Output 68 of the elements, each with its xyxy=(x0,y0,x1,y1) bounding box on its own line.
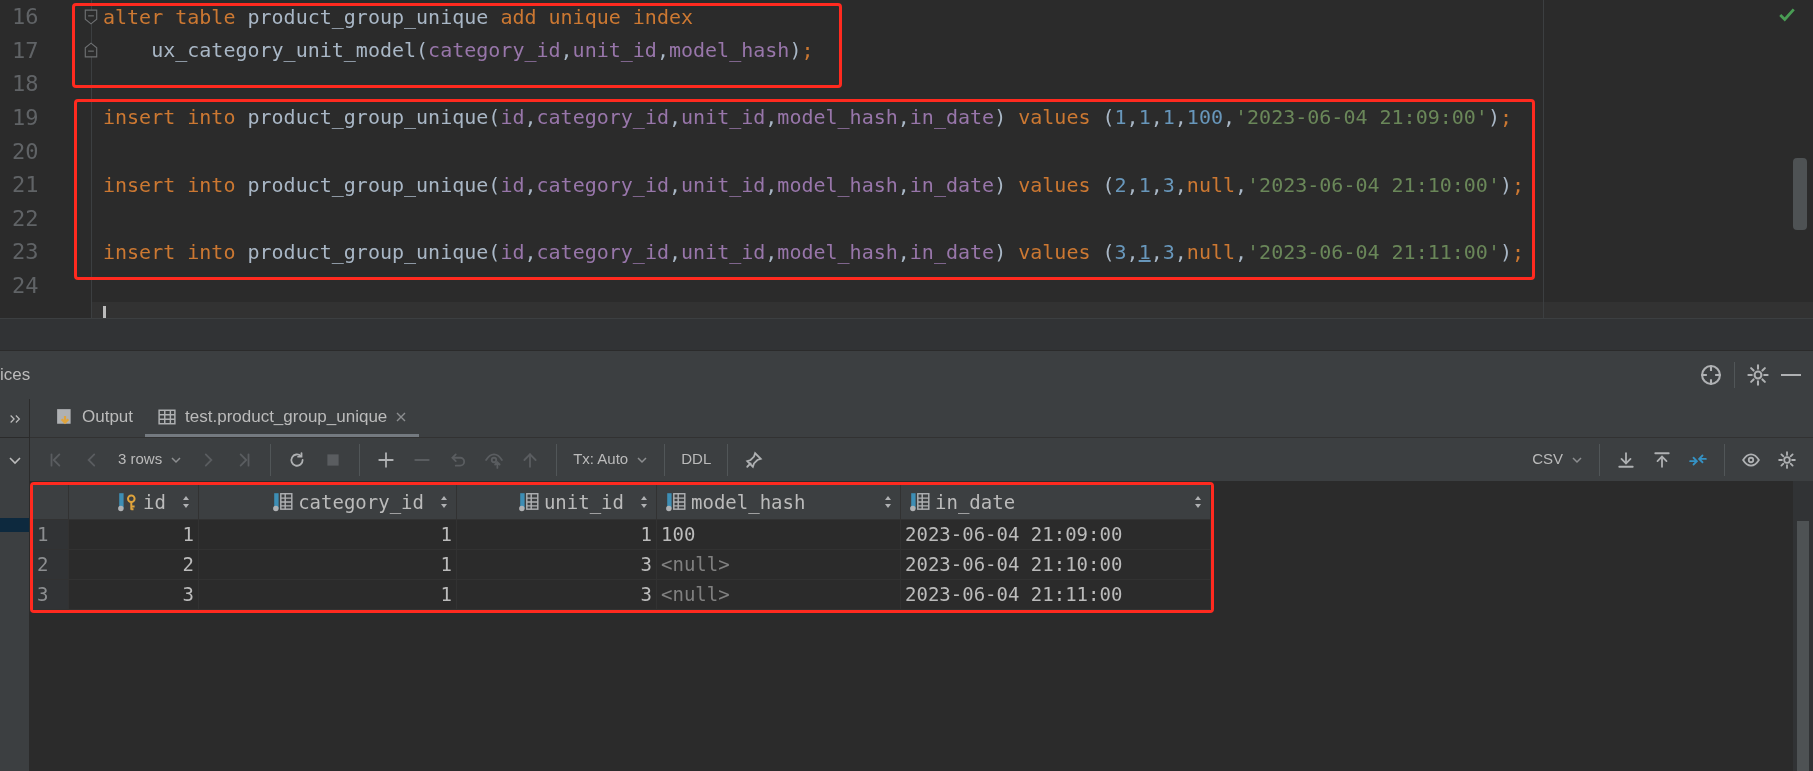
check-icon xyxy=(1777,6,1797,24)
row-number[interactable]: 1 xyxy=(33,520,69,549)
line-number: 23 xyxy=(12,238,39,267)
column-label: unit_id xyxy=(543,489,624,516)
table-cell: 3 xyxy=(457,550,657,579)
column-label: in_date xyxy=(935,489,1016,516)
column-header[interactable]: unit_id xyxy=(457,485,657,519)
table-cell: 1 xyxy=(199,580,457,609)
console-icon xyxy=(56,407,74,426)
tab[interactable]: Output xyxy=(44,399,146,437)
table-cell: 2 xyxy=(69,550,199,579)
line-number: 17 xyxy=(12,36,39,65)
dropdown-button[interactable]: CSV xyxy=(1524,443,1591,476)
scrollbar-thumb[interactable] xyxy=(1793,158,1807,230)
table-cell: 3 xyxy=(69,580,199,609)
line-number: 19 xyxy=(12,104,39,133)
row-number[interactable]: 3 xyxy=(33,580,69,609)
column-header[interactable]: model_hash xyxy=(657,485,901,519)
table-cell: <null> xyxy=(657,550,901,579)
settings-icon xyxy=(1747,364,1769,386)
line-number: 16 xyxy=(12,3,39,32)
column-header[interactable]: id xyxy=(69,485,199,519)
close-icon[interactable] xyxy=(395,410,408,423)
code-line: alter table product_group_unique add unique index xyxy=(103,3,694,31)
table-cell: 2023-06-04 21:10:00 xyxy=(901,550,1211,579)
table-icon xyxy=(157,407,178,426)
fold-marker-icon[interactable] xyxy=(84,42,98,59)
crosshair-icon[interactable] xyxy=(1700,364,1722,386)
text-cursor xyxy=(103,306,106,319)
sort-icon[interactable] xyxy=(1194,496,1202,508)
table-cell: 1 xyxy=(457,520,657,549)
dropdown-button[interactable]: Tx: Auto xyxy=(565,443,657,476)
sort-icon[interactable] xyxy=(182,496,190,508)
table-cell: 2023-06-04 21:09:00 xyxy=(901,520,1211,549)
line-number: 20 xyxy=(12,137,39,166)
table-cell: 3 xyxy=(457,580,657,609)
code-line: insert into product_group_unique(id,category_id,unit_id,model_hash,in_date) values (3,1,3,null,'2023-06-04 21:11:00'); xyxy=(103,238,1525,266)
column-icon xyxy=(665,492,687,512)
line-number: 18 xyxy=(12,70,39,99)
code-line: ux_category_unit_model(category_id,unit_id,model_hash); xyxy=(150,37,814,65)
code-line: insert into product_group_unique(id,category_id,unit_id,model_hash,in_date) values (2,1,3,null,'2023-06-04 21:10:00'); xyxy=(103,171,1525,199)
column-icon xyxy=(517,492,540,512)
table-cell: <null> xyxy=(657,580,901,609)
column-header[interactable]: category_id xyxy=(199,485,457,519)
column-icon xyxy=(272,492,295,512)
dropdown-button[interactable]: 3 rows xyxy=(110,443,191,476)
table-cell: 2023-06-04 21:11:00 xyxy=(901,580,1211,609)
row-number[interactable]: 2 xyxy=(33,550,69,579)
fold-marker-icon[interactable] xyxy=(84,8,98,25)
ddl-button[interactable]: DDL xyxy=(673,443,720,476)
column-label: model_hash xyxy=(691,489,806,516)
selected-row-highlight xyxy=(0,518,29,532)
panel-title: ices xyxy=(0,364,31,387)
table-cell: 1 xyxy=(199,550,457,579)
column-icon xyxy=(909,492,931,512)
sort-icon[interactable] xyxy=(884,496,892,508)
table-cell: 1 xyxy=(69,520,199,549)
column-label: category_id xyxy=(298,489,424,516)
sort-icon[interactable] xyxy=(440,496,448,508)
code-line: insert into product_group_unique(id,category_id,unit_id,model_hash,in_date) values (1,1,1,100,'2023-06-04 21:09:00'); xyxy=(103,104,1512,132)
sort-icon[interactable] xyxy=(640,496,648,508)
column-header[interactable]: in_date xyxy=(901,485,1211,519)
line-number: 21 xyxy=(12,171,39,200)
line-number: 22 xyxy=(12,204,39,233)
column-label: id xyxy=(143,489,166,515)
line-number: 24 xyxy=(12,272,39,301)
table-cell: 100 xyxy=(657,520,901,549)
table-cell: 1 xyxy=(199,520,457,549)
